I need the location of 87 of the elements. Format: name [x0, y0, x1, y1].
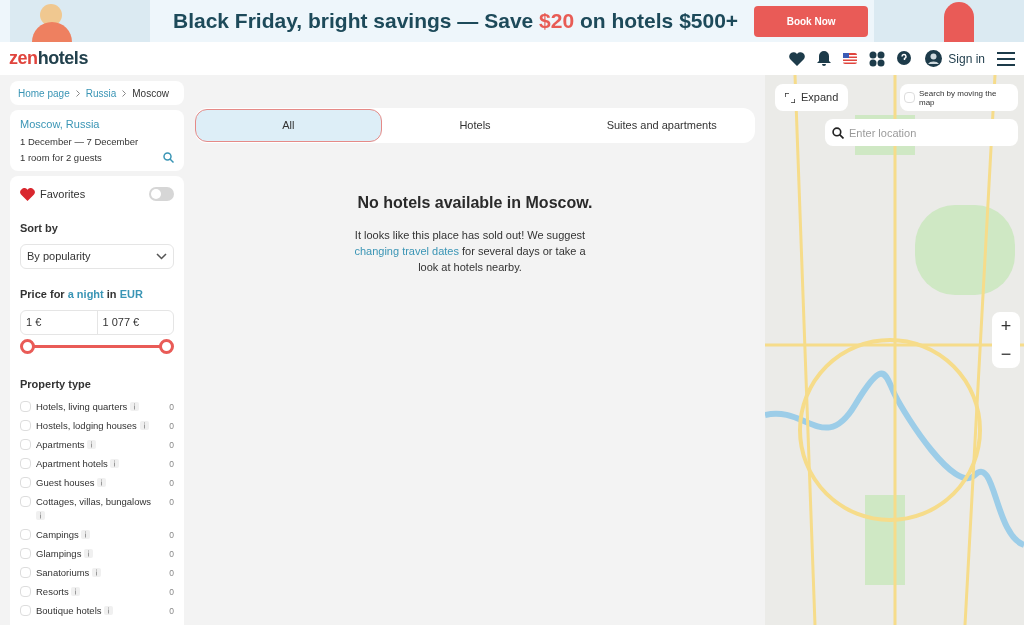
checkbox[interactable]: [20, 585, 31, 597]
property-type-option[interactable]: Hostels, lodging houses: [36, 419, 137, 431]
checkbox[interactable]: [20, 566, 31, 578]
count-text: 0: [169, 495, 174, 509]
count-text: 0: [169, 585, 174, 599]
count-text: 0: [169, 528, 174, 542]
info-icon[interactable]: [92, 567, 101, 577]
heart-icon: [20, 187, 35, 201]
dates-text: 1 December — 7 December: [20, 134, 140, 149]
count-text: 0: [169, 604, 174, 618]
checkbox[interactable]: [20, 400, 31, 412]
info-icon[interactable]: [97, 477, 107, 487]
chevron-down-icon: [156, 252, 167, 260]
map-drawing[interactable]: [765, 75, 1024, 625]
property-type-option[interactable]: Glampings: [36, 547, 82, 559]
checkbox[interactable]: [904, 92, 915, 103]
checkbox[interactable]: [20, 547, 31, 559]
promo-headline: Black Friday, bright savings — Save $20 on hotels $500+: [173, 8, 739, 35]
property-type-option[interactable]: Apartments: [36, 438, 85, 450]
empty-state-title: No hotels available in Moscow.: [356, 193, 594, 213]
help-icon[interactable]: [897, 50, 914, 67]
zoom-out-button[interactable]: −: [992, 340, 1020, 368]
info-icon[interactable]: [110, 458, 120, 468]
info-icon[interactable]: [36, 510, 45, 520]
info-icon[interactable]: [71, 586, 81, 596]
search-icon[interactable]: [163, 152, 174, 163]
property-type-option[interactable]: Boutique hotels: [36, 604, 102, 616]
search-by-map-label: Search by moving the map: [919, 88, 998, 107]
zenhotels-logo[interactable]: zenhotels: [9, 45, 88, 72]
expand-icon: [785, 92, 795, 103]
property-type-label: Property type: [20, 377, 92, 392]
checkbox[interactable]: [20, 419, 31, 431]
destination-text: Moscow, Russia: [20, 117, 101, 132]
checkbox[interactable]: [20, 438, 31, 450]
sort-label: Sort by: [20, 221, 59, 236]
info-icon[interactable]: [81, 529, 91, 539]
count-text: 0: [169, 547, 174, 561]
location-search-field[interactable]: Enter location: [825, 119, 1018, 146]
count-text: 0: [169, 438, 174, 452]
property-type-option[interactable]: Hotels, living quarters: [36, 400, 128, 412]
category-tab[interactable]: Suites and apartments: [568, 109, 755, 142]
checkbox[interactable]: [20, 495, 31, 507]
property-type-option[interactable]: Apartment hotels: [36, 457, 108, 469]
property-type-option[interactable]: Guest houses: [36, 476, 95, 488]
favorites-label: Favorites: [40, 186, 86, 202]
price-label: Price for a night in EUR: [20, 286, 144, 302]
count-text: 0: [169, 400, 174, 414]
info-icon[interactable]: [130, 401, 139, 411]
slider-handle[interactable]: [20, 339, 35, 354]
count-text: 0: [169, 476, 174, 490]
currency-icon[interactable]: [869, 50, 886, 67]
breadcrumb-link[interactable]: Russia: [85, 85, 117, 101]
property-type-option[interactable]: Campings: [36, 528, 79, 540]
breadcrumb-link[interactable]: Home page: [18, 85, 70, 101]
search-summary-card[interactable]: Moscow, Russia 1 December — 7 December 1 room for 2 guests: [10, 110, 184, 171]
count-text: 0: [169, 419, 174, 433]
checkbox[interactable]: [20, 604, 31, 616]
count-text: 0: [169, 566, 174, 580]
category-tab[interactable]: All: [195, 109, 382, 142]
category-tab[interactable]: Hotels: [381, 109, 569, 142]
guests-text: 1 room for 2 guests: [20, 150, 102, 165]
flag-icon[interactable]: [843, 53, 858, 64]
menu-icon[interactable]: [997, 51, 1015, 66]
slider-handle[interactable]: [159, 339, 174, 354]
empty-state-message: It looks like this place has sold out! We suggest changing travel dates for several days or take a look at hotels nearby.: [353, 228, 587, 275]
expand-button[interactable]: Expand: [775, 84, 849, 111]
checkbox[interactable]: [20, 476, 31, 488]
property-type-option[interactable]: Resorts: [36, 585, 69, 597]
heart-icon[interactable]: [789, 51, 806, 66]
favorites-toggle[interactable]: [149, 187, 174, 201]
checkbox[interactable]: [20, 528, 31, 540]
chevron-right-icon: [122, 89, 127, 97]
info-icon[interactable]: [87, 439, 97, 449]
property-type-option[interactable]: Cottages, villas, bungalows: [36, 495, 152, 507]
count-text: 0: [169, 457, 174, 471]
sign-in-button[interactable]: Sign in: [925, 49, 985, 68]
sort-dropdown[interactable]: By popularity: [20, 243, 174, 269]
info-icon[interactable]: [84, 548, 94, 558]
user-avatar-icon: [925, 50, 943, 67]
search-icon: [832, 127, 844, 139]
zoom-in-button[interactable]: +: [992, 312, 1020, 340]
checkbox[interactable]: [20, 457, 31, 469]
info-icon[interactable]: [104, 605, 114, 615]
info-icon[interactable]: [139, 420, 149, 430]
property-type-option[interactable]: Sanatoriums: [36, 566, 90, 578]
bell-icon[interactable]: [817, 51, 832, 66]
chevron-right-icon: [75, 89, 80, 97]
